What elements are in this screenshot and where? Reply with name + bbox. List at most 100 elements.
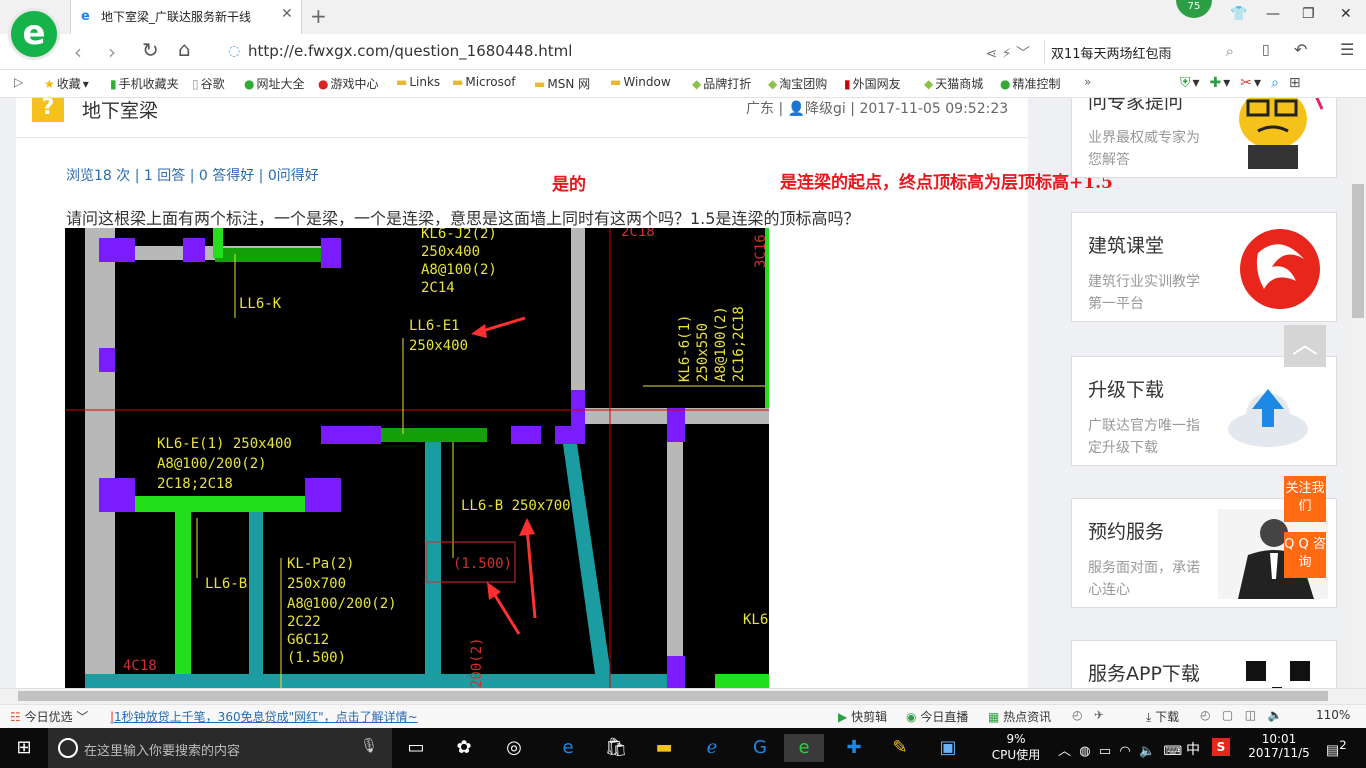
ime-indicator[interactable]: 中 (1186, 739, 1200, 759)
cad-drawing-image[interactable]: KL6-J2(2) 250x400 A8@100(2) 2C14 LL6-K L… (65, 228, 769, 688)
news-icon: ▦ (988, 710, 1000, 724)
cad-label: LL6-B 250x700 (461, 498, 571, 514)
sogou-ime-icon[interactable]: S (1212, 738, 1230, 756)
card-desc: 广联达官方唯一指定升级下载 (1088, 418, 1200, 456)
follow-us-button[interactable]: 关注我们 (1284, 476, 1326, 522)
file-explorer-icon[interactable]: ▬ (644, 734, 684, 762)
cad-label: KL6-6(1) (677, 315, 693, 382)
back-arrow-icon[interactable]: ‹ (74, 40, 82, 64)
url-input[interactable]: ◌ http://e.fwxgx.com/question_1680448.ht… (222, 40, 1040, 64)
tab-close-button[interactable]: ✕ (281, 6, 293, 22)
vertical-scroll-thumb[interactable] (1352, 184, 1364, 318)
card-upgrade-download[interactable]: 升级下载 广联达官方唯一指定升级下载 (1071, 356, 1337, 466)
bookmark-taobao[interactable]: ◆ 淘宝团购 (768, 75, 827, 92)
close-window-button[interactable]: ✕ (1340, 6, 1352, 22)
bookmark-sites[interactable]: ● 网址大全 (244, 75, 305, 92)
undo-icon[interactable]: ↶ (1294, 40, 1307, 59)
restore-button[interactable]: ❐ (1302, 6, 1315, 22)
card-app-download[interactable]: 服务APP下载 (1071, 640, 1337, 688)
ie-icon[interactable]: ℯ (692, 734, 732, 762)
phone-icon[interactable]: ▯ (1262, 42, 1270, 58)
tray-icons[interactable]: ︿ ◍ ▭ ◠ 🔈 ⌨ (1058, 740, 1182, 759)
search-icon[interactable]: ⌕ (1226, 42, 1234, 60)
g-app-icon[interactable]: G (740, 734, 780, 762)
toolbar-extensions[interactable]: ⛨ ▾ ✚ ▾ ✂ ▾ ⌕ ⊞ (1180, 75, 1301, 91)
clock[interactable]: 10:01 2017/11/5 (1246, 732, 1312, 760)
card-ask-expert[interactable]: 问专家提问 业界最权威专家为您解答 (1071, 98, 1337, 178)
forward-arrow-icon[interactable]: › (108, 40, 116, 64)
new-tab-button[interactable]: + (310, 4, 327, 28)
bookmark-games[interactable]: ● 游戏中心 (318, 75, 379, 92)
taskbar-search[interactable]: 在这里输入你要搜索的内容 🎙 (48, 728, 392, 768)
sidebar-toggle-icon[interactable]: ▷ (14, 75, 23, 89)
folder-icon: ▬ (396, 75, 408, 89)
more-bookmarks-icon[interactable]: » (1084, 75, 1091, 89)
browser-logo-icon[interactable]: e (8, 8, 60, 60)
back-to-top-button[interactable]: ︿ (1284, 325, 1326, 367)
swirl-app-icon[interactable]: ◎ (494, 734, 534, 762)
home-icon[interactable]: ⌂ (178, 37, 191, 61)
bookmark-msn[interactable]: ▬ MSN 网 (534, 75, 590, 92)
refresh-icon[interactable]: ↻ (142, 38, 159, 62)
microphone-icon[interactable]: 🎙 (360, 738, 378, 754)
bookmark-windows[interactable]: ▬ Window (610, 75, 671, 89)
promo-link[interactable]: |1秒钟放贷上千笔，360免息贷成"网红"，点击了解详情~ (110, 708, 418, 725)
screenshot-app-icon[interactable]: ▣ (928, 734, 968, 762)
fan-app-icon[interactable]: ✿ (444, 734, 484, 762)
right-sidebar: 问专家提问 业界最权威专家为您解答 建筑课堂 建筑行业实训教学第一平台 升级下载… (1056, 98, 1337, 688)
bookmark-links[interactable]: ▬ Links (396, 75, 440, 89)
tab-active[interactable]: e 地下室梁_广联达服务新干线 ✕ (70, 0, 302, 34)
folder-icon: ▬ (534, 76, 546, 91)
bookmark-favorites[interactable]: ★ 收藏 ▾ (44, 75, 89, 92)
bookmark-microsoft[interactable]: ▬ Microsof (452, 75, 515, 89)
bookmark-brand[interactable]: ◆ 品牌打折 (692, 75, 751, 92)
menu-icon[interactable]: ☰ (1340, 40, 1354, 59)
tab-title: 地下室梁_广联达服务新干线 (101, 10, 252, 24)
task-view-icon[interactable]: ▭ (396, 734, 436, 762)
leaf-icon: ◆ (692, 76, 702, 91)
bookmark-mobile[interactable]: ▮ 手机收藏夹 (110, 75, 179, 92)
bookmark-tmall[interactable]: ◆ 天猫商城 (924, 75, 983, 92)
cad-label: 2C16;2C18 (731, 306, 747, 382)
status-download[interactable]: ⤓ 下载 (1146, 708, 1179, 725)
status-tools[interactable]: ◴ ✈ (1072, 708, 1112, 722)
status-extra-icons[interactable]: ◴ ▢ ◫ 🔈 (1200, 708, 1282, 722)
zoom-level[interactable]: 110% (1316, 708, 1350, 722)
page-icon: ▯ (192, 76, 199, 91)
cad-label: 2C18 (621, 228, 655, 240)
360-browser-icon[interactable]: e (784, 734, 824, 762)
question-meta[interactable]: 广东 | 👤降级gi | 2017-11-05 09:52:23 (746, 98, 1008, 118)
edge-browser-icon[interactable]: e (548, 734, 588, 762)
notification-center-icon[interactable]: ▤2 (1326, 738, 1347, 759)
bookmark-precise[interactable]: ● 精准控制 (1000, 75, 1061, 92)
search-box[interactable]: 双11每天两场红包雨 ⌕ (1044, 40, 1240, 64)
qq-consult-button[interactable]: Q Q 咨询 (1284, 532, 1326, 578)
cross-app-icon[interactable]: ✚ (834, 734, 874, 762)
status-live[interactable]: ◉ 今日直播 (906, 708, 968, 725)
windows-taskbar: ⊞ 在这里输入你要搜索的内容 🎙 ▭ ✿ ◎ e 🛍 ▬ ℯ G e ✚ ✎ ▣… (0, 728, 1366, 768)
status-news[interactable]: ▦ 热点资讯 (988, 708, 1051, 725)
status-clip[interactable]: ▶ 快剪辑 (838, 708, 887, 725)
notepad-icon[interactable]: ✎ (880, 734, 920, 762)
cad-label: KL6-J2(2) (421, 228, 497, 242)
horizontal-scroll-thumb[interactable] (18, 691, 1328, 701)
cad-label: 250x700 (287, 576, 346, 592)
cad-label: LL6-K (239, 296, 282, 312)
card-construction-class[interactable]: 建筑课堂 建筑行业实训教学第一平台 (1071, 212, 1337, 322)
cpu-meter[interactable]: 9% CPU使用 (990, 732, 1042, 763)
cad-label: KL6-E(1) 250x400 (157, 436, 292, 452)
minimize-button[interactable]: — (1266, 6, 1280, 22)
shirt-skin-icon[interactable]: 👕 (1230, 6, 1247, 22)
bookmark-google[interactable]: ▯ 谷歌 (192, 75, 225, 92)
annotation-yes: 是的 (552, 175, 586, 195)
bookmark-foreign[interactable]: ▮ 外国网友 (844, 75, 901, 92)
store-icon[interactable]: 🛍 (596, 734, 636, 762)
cpu-percent: 9% (1006, 732, 1026, 746)
question-stats[interactable]: 浏览18 次 | 1 回答 | 0 答得好 | 0问得好 (66, 165, 319, 185)
windows-start-icon[interactable]: ⊞ (0, 728, 48, 768)
today-picks[interactable]: ☷ 今日优选 ﹀ (10, 708, 88, 725)
cloud-upload-icon (1228, 389, 1308, 447)
cad-label: 2C14 (421, 280, 455, 296)
share-flash-icon[interactable]: ⋖ ⚡ ﹀ (986, 43, 1030, 63)
cad-label: KL-Pa(2) (287, 556, 354, 572)
